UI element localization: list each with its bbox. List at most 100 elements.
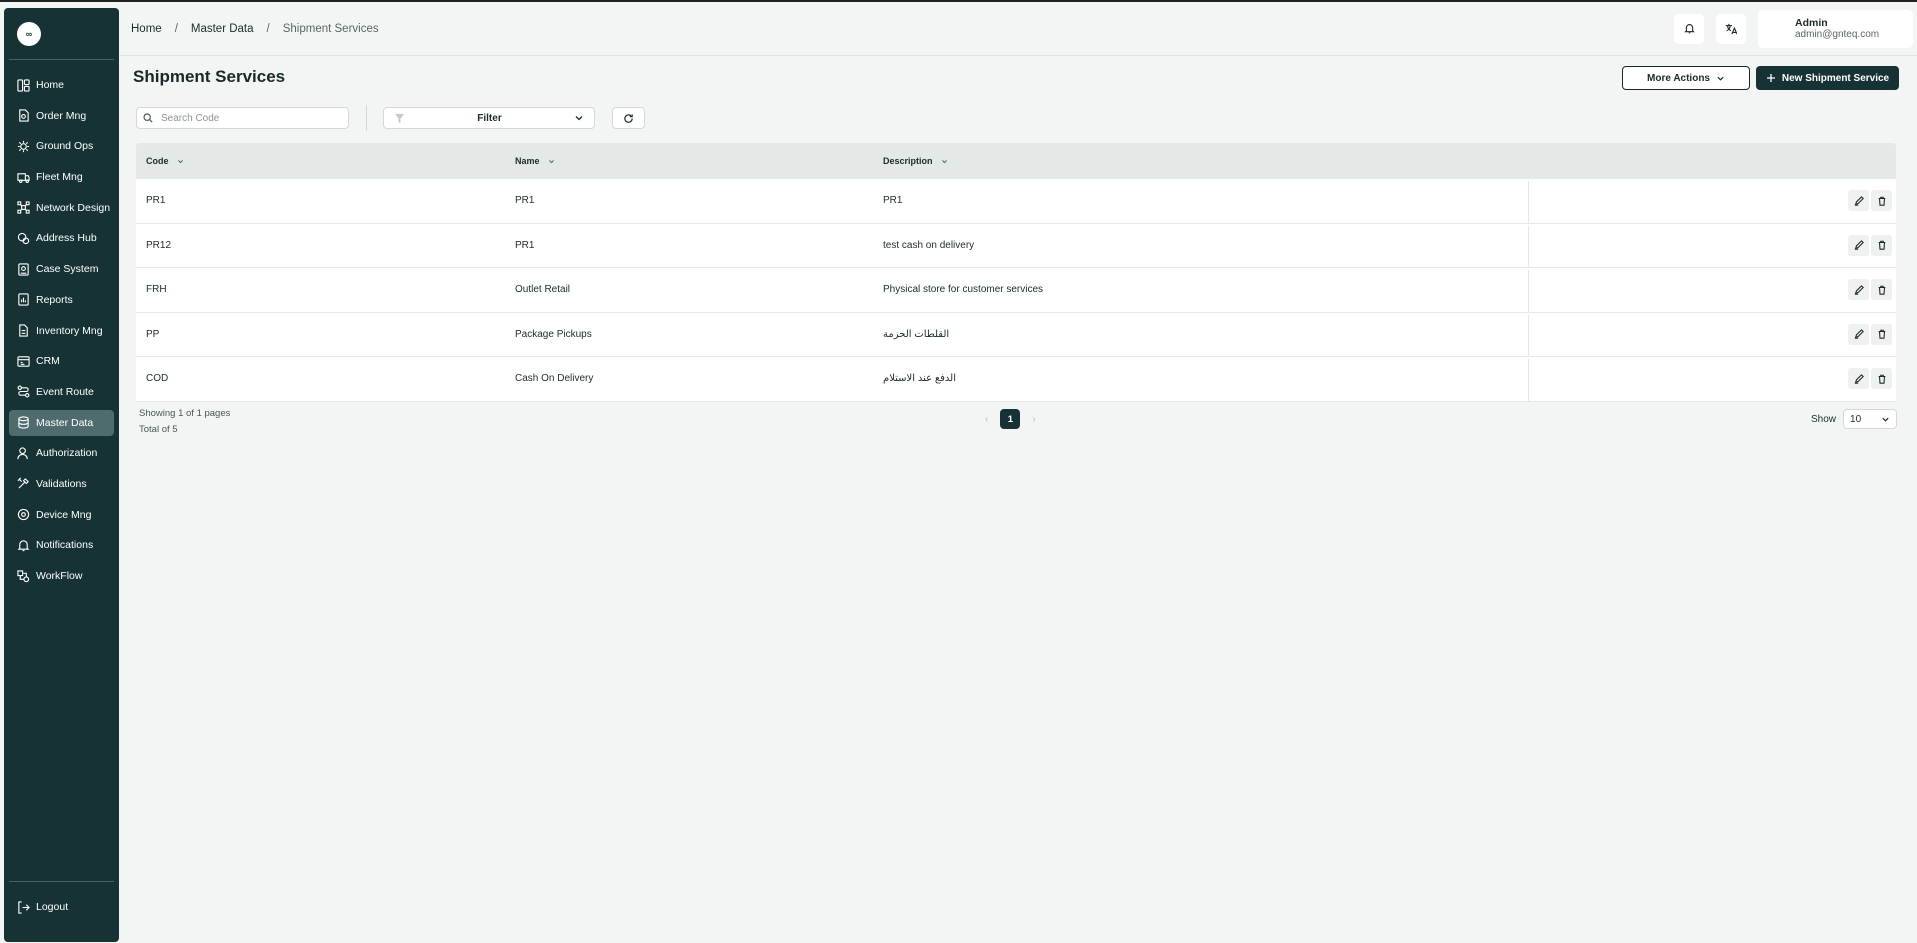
user-name: Admin <box>1795 17 1828 29</box>
network-icon <box>16 201 30 215</box>
sidebar-item-master-data[interactable]: Master Data <box>9 409 114 436</box>
delete-button[interactable] <box>1871 279 1892 301</box>
sidebar-item-label: Authorization <box>36 447 98 460</box>
sidebar-item-case-system[interactable]: Case System <box>9 256 114 282</box>
plus-icon <box>1766 74 1775 82</box>
sidebar-bottom: Logout <box>9 881 114 942</box>
sidebar-item-label: Ground Ops <box>36 140 94 153</box>
inventory-icon <box>16 324 30 338</box>
table-row[interactable]: PR12 PR1 test cash on delivery <box>136 223 1896 268</box>
bell-icon <box>16 538 30 552</box>
trash-icon <box>1878 329 1885 339</box>
row-actions <box>1848 279 1892 301</box>
trash-icon <box>1878 285 1885 295</box>
page-size-select[interactable]: 10 <box>1843 409 1898 429</box>
chevron-right-icon[interactable]: › <box>1032 414 1035 425</box>
column-header-name[interactable]: Name <box>515 156 555 166</box>
page-size-value: 10 <box>1850 413 1862 425</box>
cell-description: PR1 <box>883 195 903 207</box>
sidebar-item-label: Master Data <box>36 416 94 429</box>
sidebar-item-address-hub[interactable]: Address Hub <box>9 225 114 251</box>
bell-icon <box>1683 24 1695 34</box>
sort-icon <box>548 159 554 163</box>
more-actions-button[interactable]: More Actions <box>1622 66 1750 90</box>
page-title: Shipment Services <box>133 67 286 86</box>
column-header-description[interactable]: Description <box>883 156 948 166</box>
sidebar-item-label: Case System <box>36 263 99 276</box>
table-row[interactable]: COD Cash On Delivery الدفع عند الاستلام <box>136 357 1896 402</box>
device-icon <box>16 508 30 522</box>
sidebar-item-label: Address Hub <box>36 232 97 245</box>
breadcrumb-separator: / <box>174 22 178 35</box>
chevron-down-icon <box>575 116 583 121</box>
pencil-icon <box>1854 329 1864 339</box>
sidebar-item-network-design[interactable]: Network Design <box>9 195 114 221</box>
sidebar-item-label: Order Mng <box>36 109 87 122</box>
page-button-current[interactable]: 1 <box>1000 409 1021 429</box>
show-label: Show <box>1811 413 1837 425</box>
pencil-icon <box>1854 240 1864 250</box>
column-label: Description <box>883 156 933 166</box>
sidebar-item-authorization[interactable]: Authorization <box>9 440 114 466</box>
toolbar-divider <box>366 105 367 131</box>
search-input[interactable] <box>161 112 331 124</box>
delete-button[interactable] <box>1871 368 1892 390</box>
home-icon <box>16 78 30 92</box>
row-actions <box>1848 234 1892 256</box>
pencil-icon <box>1854 373 1864 384</box>
new-shipment-service-button[interactable]: New Shipment Service <box>1756 66 1899 90</box>
chevron-left-icon[interactable]: ‹ <box>985 414 988 425</box>
sidebar-item-workflow[interactable]: WorkFlow <box>9 563 114 589</box>
user-icon <box>16 446 30 460</box>
sidebar-item-home[interactable]: Home <box>9 72 114 98</box>
sidebar-item-crm[interactable]: CRM <box>9 348 114 374</box>
breadcrumb-master-data[interactable]: Master Data <box>191 23 254 35</box>
language-button[interactable] <box>1716 13 1746 44</box>
table-row[interactable]: FRH Outlet Retail Physical store for cus… <box>136 268 1896 313</box>
logo[interactable]: ∞ <box>17 21 41 46</box>
address-icon <box>16 231 30 245</box>
pencil-icon <box>1854 284 1864 295</box>
sidebar-item-label: Notifications <box>36 539 94 552</box>
table-row[interactable]: PR1 PR1 PR1 <box>136 179 1896 224</box>
search-icon <box>143 113 153 123</box>
delete-button[interactable] <box>1871 323 1892 345</box>
sidebar-item-reports[interactable]: Reports <box>9 287 114 313</box>
sidebar-item-order-mng[interactable]: Order Mng <box>9 103 114 129</box>
sidebar-item-validations[interactable]: Validations <box>9 471 114 497</box>
breadcrumb-home[interactable]: Home <box>131 23 162 35</box>
filter-dropdown[interactable]: Filter <box>383 107 595 129</box>
sort-icon <box>177 159 183 163</box>
row-divider <box>1528 270 1529 312</box>
edit-button[interactable] <box>1848 190 1869 212</box>
page-size-control: Show 10 <box>1811 409 1898 429</box>
cell-description: الدفع عند الاستلام <box>883 373 957 385</box>
edit-button[interactable] <box>1848 323 1869 345</box>
delete-button[interactable] <box>1871 190 1892 212</box>
database-icon <box>16 416 30 430</box>
sidebar-item-inventory-mng[interactable]: Inventory Mng <box>9 318 114 344</box>
notifications-button[interactable] <box>1674 13 1704 44</box>
sidebar-item-ground-ops[interactable]: Ground Ops <box>9 133 114 159</box>
logout-button[interactable]: Logout <box>9 894 114 920</box>
chevron-down-icon <box>1882 417 1889 422</box>
sidebar-item-device-mng[interactable]: Device Mng <box>9 502 114 528</box>
column-header-code[interactable]: Code <box>146 156 184 166</box>
refresh-button[interactable] <box>612 107 645 129</box>
user-email: admin@gnteq.com <box>1795 29 1880 40</box>
cell-code: PP <box>146 328 160 340</box>
sidebar-item-event-route[interactable]: Event Route <box>9 379 114 405</box>
edit-button[interactable] <box>1848 279 1869 301</box>
sidebar-item-notifications[interactable]: Notifications <box>9 532 114 558</box>
sidebar-item-fleet-mng[interactable]: Fleet Mng <box>9 164 114 190</box>
chevron-down-icon <box>1717 76 1724 81</box>
cell-code: COD <box>146 373 169 385</box>
edit-button[interactable] <box>1848 234 1869 256</box>
user-menu[interactable]: Admin admin@gnteq.com <box>1758 9 1913 48</box>
cell-name: Cash On Delivery <box>515 373 594 385</box>
table-row[interactable]: PP Package Pickups القلطات الحزمة <box>136 312 1896 357</box>
edit-button[interactable] <box>1848 368 1869 390</box>
delete-button[interactable] <box>1871 234 1892 256</box>
crm-icon <box>16 354 30 368</box>
trash-icon <box>1878 374 1885 384</box>
